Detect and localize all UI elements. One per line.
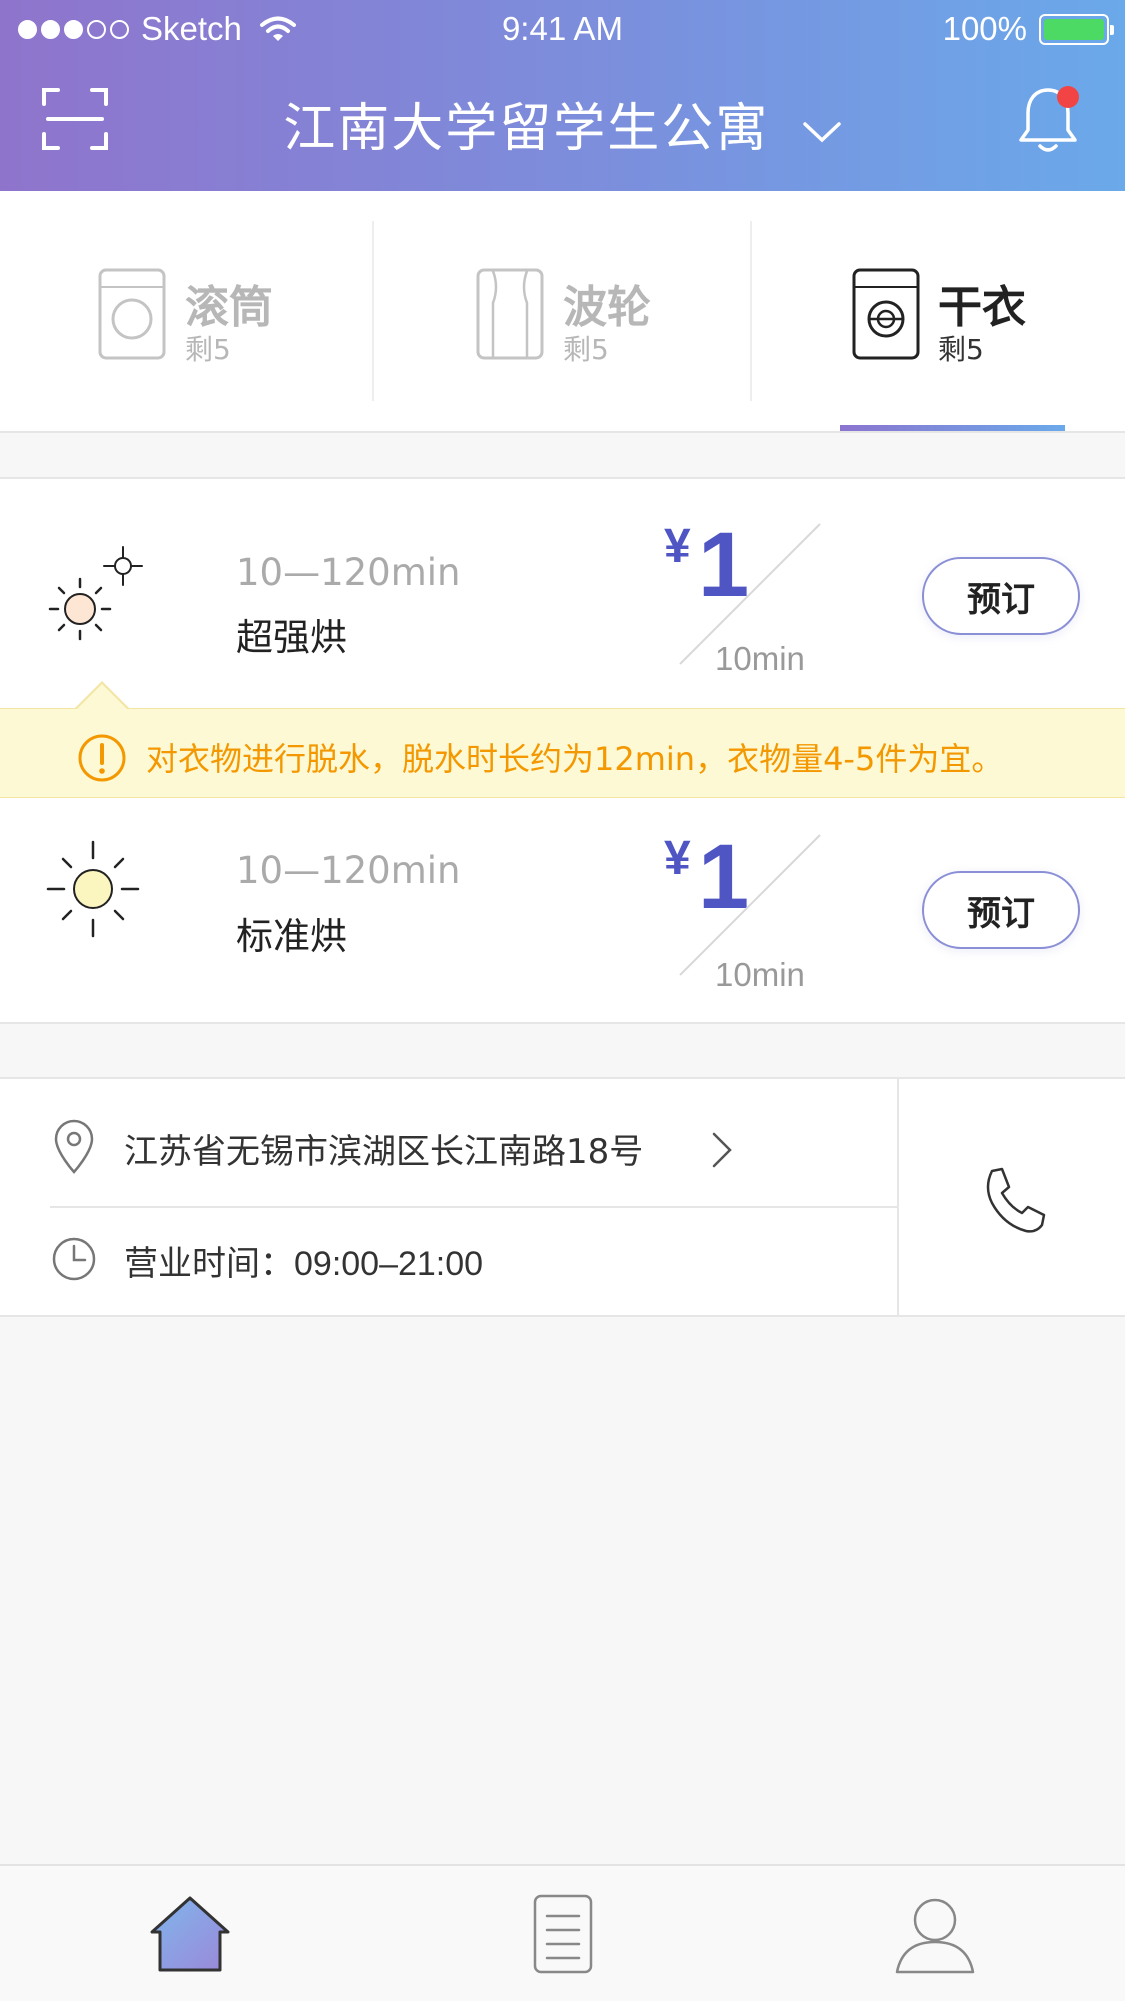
impeller-washer-icon xyxy=(476,268,544,360)
store-info-card: 江苏省无锡市滨湖区长江南路18号 营业时间：09:00–21:00 xyxy=(0,1077,1125,1317)
phone-icon[interactable] xyxy=(964,1161,1074,1241)
app-header: Sketch 9:41 AM 100% 江南大学留学生公寓 xyxy=(0,0,1125,191)
battery-percent: 100% xyxy=(942,10,1027,47)
book-button[interactable]: 预订 xyxy=(922,871,1080,949)
book-button[interactable]: 预订 xyxy=(922,557,1080,635)
home-icon[interactable] xyxy=(140,1884,240,1984)
hours-row: 营业时间：09:00–21:00 xyxy=(0,1200,898,1319)
program-notice: 对衣物进行脱水，脱水时长约为12min，衣物量4-5件为宜。 xyxy=(0,708,1125,798)
program-item: 10—120min 超强烘 ¥ 1 10min 预订 xyxy=(0,479,1125,709)
tab-available-count: 剩5 xyxy=(185,333,231,366)
tab-dryer[interactable]: 干衣 剩5 xyxy=(756,191,1125,431)
drum-washer-icon xyxy=(98,268,166,360)
notice-pointer-fill xyxy=(76,684,128,710)
tab-available-count: 剩5 xyxy=(563,333,609,366)
warning-circle-icon xyxy=(78,734,126,782)
business-hours: 营业时间：09:00–21:00 xyxy=(124,1236,483,1285)
hours-value: 09:00–21:00 xyxy=(294,1245,484,1283)
tab-available-count: 剩5 xyxy=(938,333,984,366)
tab-label: 滚筒 xyxy=(185,282,273,333)
tab-drum[interactable]: 滚筒 剩5 xyxy=(0,191,375,431)
dryer-icon xyxy=(852,268,920,360)
profile-icon[interactable] xyxy=(885,1884,985,1984)
status-right: 100% xyxy=(942,10,1114,48)
strong-dry-sun-icon xyxy=(48,546,143,641)
program-duration: 10—120min xyxy=(236,551,461,594)
tab-divider xyxy=(372,221,374,401)
store-address: 江苏省无锡市滨湖区长江南路18号 xyxy=(124,1132,644,1172)
notification-badge xyxy=(1057,86,1079,108)
address-row[interactable]: 江苏省无锡市滨湖区长江南路18号 xyxy=(0,1079,898,1198)
tab-label: 干衣 xyxy=(938,282,1026,333)
program-duration: 10—120min xyxy=(236,849,461,892)
tab-impeller[interactable]: 波轮 剩5 xyxy=(378,191,753,431)
price-unit: 10min xyxy=(715,640,805,677)
standard-dry-sun-icon xyxy=(46,840,140,938)
location-selector[interactable]: 江南大学留学生公寓 xyxy=(0,86,1125,161)
price-unit: 10min xyxy=(715,956,805,993)
bottom-tab-bar xyxy=(0,1864,1125,2001)
page-title: 江南大学留学生公寓 xyxy=(283,99,770,159)
notice-text: 对衣物进行脱水，脱水时长约为12min，衣物量4-5件为宜。 xyxy=(146,740,1004,778)
info-vertical-divider xyxy=(897,1079,899,1317)
program-item: 10—120min 标准烘 ¥ 1 10min 预订 xyxy=(0,794,1125,1024)
orders-icon[interactable] xyxy=(513,1884,613,1984)
tab-label: 波轮 xyxy=(563,282,651,333)
program-name: 标准烘 xyxy=(236,915,347,958)
status-bar: Sketch 9:41 AM 100% xyxy=(0,0,1125,60)
program-name: 超强烘 xyxy=(236,616,347,659)
battery-icon xyxy=(1039,13,1114,45)
chevron-down-icon xyxy=(803,122,841,143)
location-pin-icon xyxy=(54,1119,94,1174)
tab-divider xyxy=(750,221,752,401)
machine-type-tabs: 滚筒 剩5 波轮 剩5 干衣 剩5 xyxy=(0,191,1125,433)
chevron-right-icon xyxy=(712,1132,732,1168)
hours-label: 营业时间： xyxy=(124,1244,294,1284)
clock-icon xyxy=(52,1237,96,1281)
active-tab-indicator xyxy=(840,425,1065,431)
